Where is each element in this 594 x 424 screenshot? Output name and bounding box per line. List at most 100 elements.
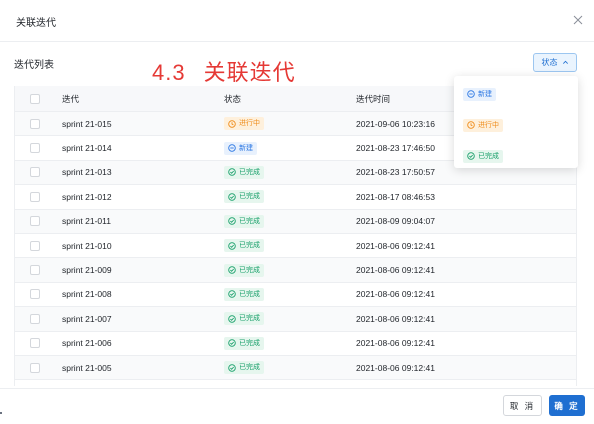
- iteration-name: sprint 21-015: [62, 118, 112, 129]
- modal-header: 关联迭代: [0, 0, 594, 42]
- status-badge-done: 已完成: [224, 165, 264, 179]
- status-badge-done: 已完成: [224, 287, 264, 301]
- confirm-button[interactable]: 确 定: [549, 395, 585, 416]
- status-badge-label: 已完成: [239, 242, 260, 250]
- iteration-time: 2021-08-06 09:12:41: [356, 362, 435, 373]
- status-option-new[interactable]: 新建: [463, 85, 496, 103]
- status-badge-label: 已完成: [239, 315, 260, 323]
- status-badge-label: 已完成: [239, 193, 260, 201]
- check-circle-icon: [228, 241, 236, 250]
- select-all-checkbox[interactable]: [30, 93, 40, 104]
- status-badge-label: 进行中: [239, 120, 260, 128]
- section-title: 迭代列表: [14, 60, 54, 71]
- status-badge-done: 已完成: [224, 312, 264, 326]
- check-circle-icon: [228, 217, 236, 226]
- iteration-time: 2021-09-06 10:23:16: [356, 118, 435, 129]
- iteration-time: 2021-08-06 09:12:41: [356, 265, 435, 276]
- status-filter-label: 状态: [541, 58, 558, 67]
- table-row[interactable]: sprint 21-007 已完成 2021-08-06 09:12:41: [15, 307, 576, 332]
- status-dropdown: 新建 进行中 已完成: [454, 76, 578, 168]
- minus-circle-icon: [228, 144, 236, 152]
- status-badge-label: 进行中: [478, 121, 499, 129]
- status-badge-done: 已完成: [224, 214, 264, 228]
- iteration-time: 2021-08-06 09:12:41: [356, 289, 435, 300]
- status-badge-done: 已完成: [224, 336, 264, 350]
- status-badge-label: 已完成: [239, 168, 260, 176]
- iteration-time: 2021-08-23 17:46:50: [356, 143, 435, 154]
- cancel-button[interactable]: 取 消: [503, 395, 542, 416]
- row-checkbox[interactable]: [30, 313, 40, 324]
- table-row[interactable]: 已完成: [15, 380, 576, 386]
- status-badge-done: 已完成: [463, 149, 503, 163]
- status-badge-progress: 进行中: [463, 118, 503, 132]
- modal-footer: 取 消 确 定: [0, 388, 594, 424]
- iteration-name: sprint 21-013: [62, 167, 112, 178]
- status-badge-done: 已完成: [224, 361, 264, 375]
- status-badge-done: 已完成: [224, 239, 264, 253]
- row-checkbox[interactable]: [30, 216, 40, 227]
- row-checkbox[interactable]: [30, 240, 40, 251]
- status-badge-done: 已完成: [224, 190, 264, 204]
- check-circle-icon: [228, 315, 236, 323]
- edge-mark: [0, 412, 2, 414]
- status-option-done[interactable]: 已完成: [463, 147, 503, 165]
- status-badge-label: 已完成: [239, 339, 260, 347]
- row-checkbox[interactable]: [30, 118, 40, 129]
- iteration-name: sprint 21-009: [62, 265, 112, 276]
- table-row[interactable]: sprint 21-005 已完成 2021-08-06 09:12:41: [15, 356, 576, 381]
- row-checkbox[interactable]: [30, 338, 40, 349]
- header-time: 迭代时间: [356, 93, 391, 104]
- check-circle-icon: [467, 152, 475, 160]
- iteration-time: 2021-08-23 17:50:57: [356, 167, 435, 178]
- row-checkbox[interactable]: [30, 191, 40, 202]
- iteration-name: sprint 21-008: [62, 289, 112, 300]
- table-row[interactable]: sprint 21-009 已完成 2021-08-06 09:12:41: [15, 258, 576, 283]
- table-row[interactable]: sprint 21-011 已完成 2021-08-09 09:04:07: [15, 209, 576, 234]
- row-checkbox[interactable]: [30, 362, 40, 373]
- header-name: 迭代: [62, 93, 80, 104]
- check-circle-icon: [228, 363, 236, 372]
- iteration-time: 2021-08-17 08:46:53: [356, 191, 435, 202]
- row-checkbox[interactable]: [30, 265, 40, 276]
- close-button[interactable]: [570, 12, 586, 28]
- table-row[interactable]: sprint 21-010 已完成 2021-08-06 09:12:41: [15, 234, 576, 259]
- check-circle-icon: [228, 266, 236, 274]
- iteration-name: sprint 21-006: [62, 338, 112, 349]
- status-option-progress[interactable]: 进行中: [463, 116, 503, 134]
- status-badge-label: 已完成: [239, 217, 260, 225]
- iteration-name: sprint 21-011: [62, 216, 111, 227]
- table-row[interactable]: sprint 21-012 已完成 2021-08-17 08:46:53: [15, 185, 576, 210]
- close-icon: [573, 15, 583, 25]
- iteration-time: 2021-08-06 09:12:41: [356, 240, 435, 251]
- chevron-up-icon: [562, 60, 568, 64]
- minus-circle-icon: [467, 90, 475, 98]
- row-checkbox[interactable]: [30, 143, 40, 154]
- iteration-time: 2021-08-06 09:12:41: [356, 313, 435, 324]
- annotation-number: 4.3: [152, 60, 186, 85]
- status-badge-label: 已完成: [239, 266, 260, 274]
- annotation-overlay: 4.3 关联迭代: [152, 55, 296, 87]
- row-checkbox[interactable]: [30, 289, 40, 300]
- status-badge-label: 已完成: [478, 152, 499, 160]
- table-row[interactable]: sprint 21-006 已完成 2021-08-06 09:12:41: [15, 332, 576, 356]
- iteration-name: sprint 21-014: [62, 143, 112, 154]
- iteration-name: sprint 21-012: [62, 191, 112, 202]
- row-checkbox[interactable]: [30, 167, 40, 178]
- status-badge-label: 新建: [239, 144, 253, 152]
- clock-icon: [228, 119, 236, 128]
- status-filter-button[interactable]: 状态: [533, 53, 577, 72]
- clock-icon: [467, 121, 475, 129]
- iteration-time: 2021-08-09 09:04:07: [356, 216, 435, 227]
- header-status: 状态: [224, 93, 242, 104]
- status-badge-new: 新建: [224, 141, 257, 155]
- check-circle-icon: [228, 193, 236, 201]
- status-badge-label: 已完成: [239, 364, 260, 372]
- status-badge-done: 已完成: [224, 263, 264, 277]
- iteration-name: sprint 21-007: [62, 313, 112, 324]
- check-circle-icon: [228, 339, 236, 348]
- status-badge-label: 新建: [478, 90, 492, 98]
- status-badge-label: 已完成: [239, 290, 260, 298]
- status-badge-new: 新建: [463, 87, 496, 101]
- table-row[interactable]: sprint 21-008 已完成 2021-08-06 09:12:41: [15, 283, 576, 308]
- status-badge-progress: 进行中: [224, 117, 264, 131]
